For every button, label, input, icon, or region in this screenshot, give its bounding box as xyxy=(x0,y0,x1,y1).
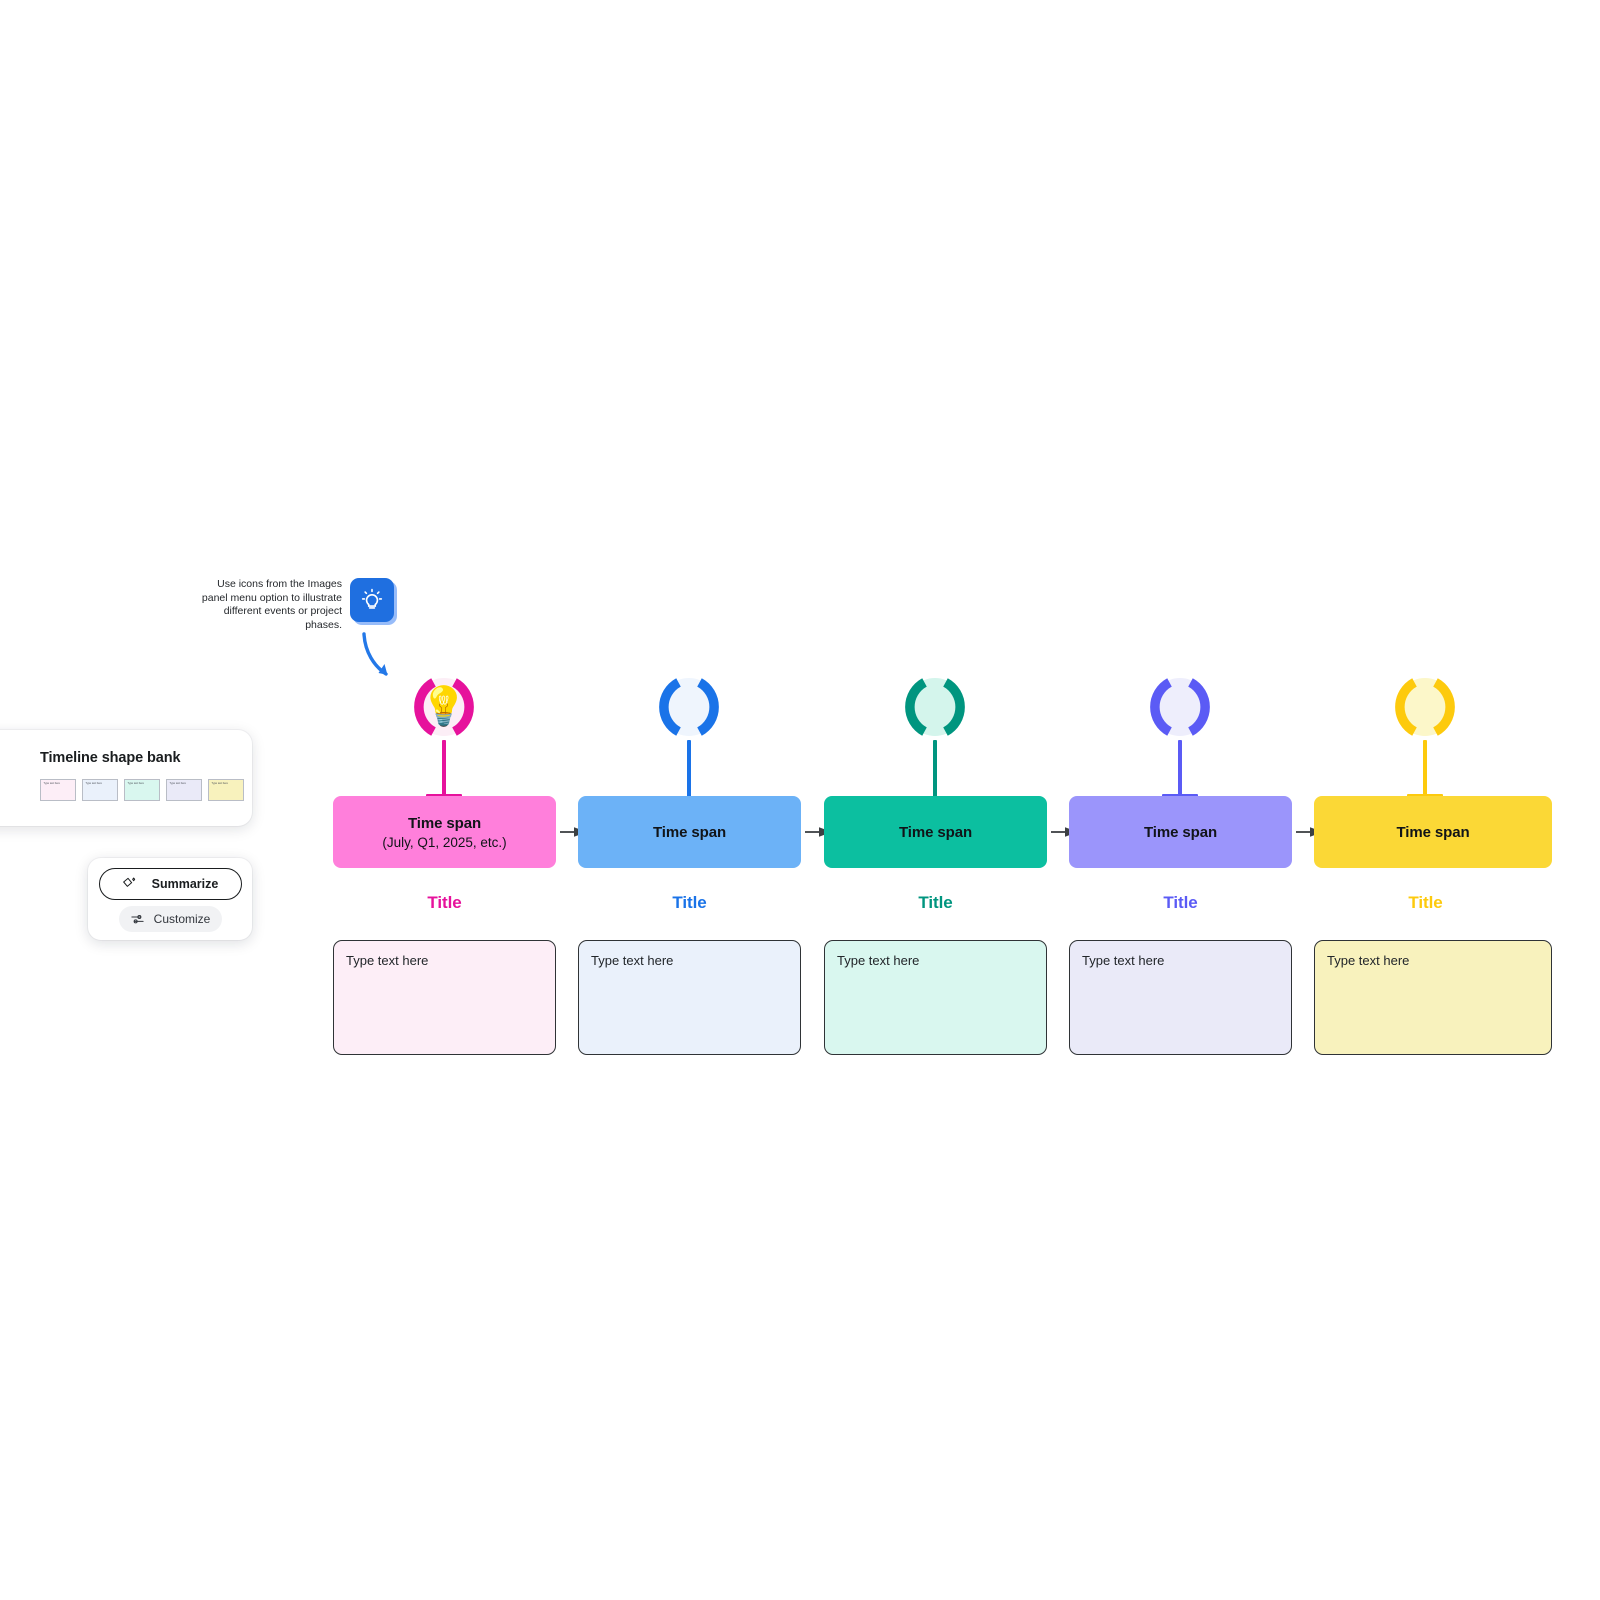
node-emoji xyxy=(898,670,972,744)
shape-bank-title: Timeline shape bank xyxy=(40,750,181,766)
timeline-node-1[interactable]: 💡 xyxy=(407,670,481,744)
timeline-textbox-5[interactable]: Type text here xyxy=(1314,940,1552,1055)
timeline-node-4[interactable] xyxy=(1143,670,1217,744)
time-span-subtitle: (July, Q1, 2025, etc.) xyxy=(382,834,507,850)
timeline-node-2[interactable] xyxy=(652,670,726,744)
shape-bank-card[interactable]: Type text here xyxy=(208,779,244,801)
time-span-card-4[interactable]: Time span xyxy=(1069,796,1292,868)
time-span-title: Time span xyxy=(1143,823,1218,841)
shape-bank-card-label: Type text here xyxy=(169,781,186,785)
textbox-placeholder: Type text here xyxy=(1082,953,1165,968)
timeline-textbox-1[interactable]: Type text here xyxy=(333,940,556,1055)
time-span-title: Time span xyxy=(1396,823,1470,841)
shape-bank-card-label: Type text here xyxy=(85,781,102,785)
shape-bank-card-label: Type text here xyxy=(211,781,228,785)
time-span-card-5[interactable]: Time span xyxy=(1314,796,1552,868)
time-span-card-3[interactable]: Time span xyxy=(824,796,1047,868)
customize-button-label: Customize xyxy=(153,912,211,926)
lightbulb-glyph xyxy=(361,588,383,609)
time-span-title: Time span xyxy=(898,823,973,841)
timeline-title-2: Title xyxy=(672,893,707,912)
time-span-card-2[interactable]: Time span xyxy=(578,796,801,868)
timeline-node-3[interactable] xyxy=(898,670,972,744)
shape-bank-card-label: Type text here xyxy=(43,781,60,785)
summarize-button-label: Summarize xyxy=(151,877,219,891)
timeline-title-3: Title xyxy=(918,893,953,912)
floating-toolbar: Summarize Customize xyxy=(88,858,252,940)
timeline-title-4: Title xyxy=(1163,893,1198,912)
timeline-stem-3 xyxy=(933,740,937,798)
shape-bank-card-list: Type text here Type text here Type text … xyxy=(40,779,252,801)
sparkle-icon xyxy=(122,877,135,887)
shape-bank-card-label: Type text here xyxy=(127,781,144,785)
shape-bank-card[interactable]: Type text here xyxy=(82,779,118,801)
timeline-stem-5 xyxy=(1423,740,1427,798)
timeline-textbox-2[interactable]: Type text here xyxy=(578,940,801,1055)
shape-bank-card[interactable]: Type text here xyxy=(124,779,160,801)
shape-bank-card[interactable]: Type text here xyxy=(166,779,202,801)
time-span-title: Time span xyxy=(407,814,482,832)
node-emoji xyxy=(652,670,726,744)
timeline-shape-bank-panel: Timeline shape bank Type text here Type … xyxy=(0,730,252,826)
textbox-placeholder: Type text here xyxy=(346,953,429,968)
sliders-icon xyxy=(131,914,144,923)
timeline-stem-1 xyxy=(442,740,446,798)
node-emoji xyxy=(1143,670,1217,744)
whiteboard-canvas: Use icons from the Images panel menu opt… xyxy=(0,0,1600,1600)
timeline-title-5: Title xyxy=(1408,893,1443,912)
lightbulb-emoji: 💡 xyxy=(420,686,468,728)
lightbulb-icon[interactable] xyxy=(350,578,394,622)
customize-button[interactable]: Customize xyxy=(118,906,222,932)
textbox-placeholder: Type text here xyxy=(591,953,674,968)
summarize-button[interactable]: Summarize xyxy=(98,868,242,900)
textbox-placeholder: Type text here xyxy=(837,953,920,968)
timeline-textbox-4[interactable]: Type text here xyxy=(1069,940,1292,1055)
shape-bank-card[interactable]: Type text here xyxy=(40,779,76,801)
timeline-stem-4 xyxy=(1178,740,1182,798)
timeline-textbox-3[interactable]: Type text here xyxy=(824,940,1047,1055)
time-span-card-1[interactable]: Time span (July, Q1, 2025, etc.) xyxy=(333,796,556,868)
timeline-title-1: Title xyxy=(427,893,462,912)
time-span-title: Time span xyxy=(652,823,727,841)
hint-text: Use icons from the Images panel menu opt… xyxy=(201,578,342,631)
node-emoji xyxy=(1388,670,1462,744)
timeline-stem-2 xyxy=(687,740,691,798)
timeline-node-5[interactable] xyxy=(1388,670,1462,744)
textbox-placeholder: Type text here xyxy=(1327,953,1410,968)
